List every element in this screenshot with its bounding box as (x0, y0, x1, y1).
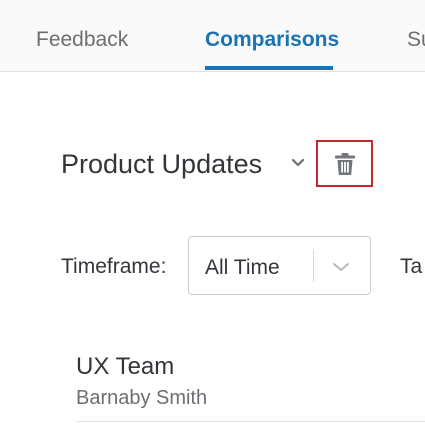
dashboard-title[interactable]: Product Updates (61, 148, 262, 180)
chevron-down-icon (333, 263, 349, 271)
active-tab-indicator (205, 66, 333, 70)
list-item-subtitle: Barnaby Smith (76, 387, 208, 409)
tab-comparisons[interactable]: Comparisons (205, 27, 339, 53)
timeframe-select[interactable]: All Time (188, 236, 371, 295)
tab-bar: Feedback Comparisons Su (0, 0, 425, 72)
chevron-down-icon[interactable] (290, 156, 306, 170)
trash-icon (335, 153, 355, 175)
list-divider (76, 421, 425, 422)
timeframe-value: All Time (205, 256, 280, 279)
timeframe-label: Timeframe: (61, 255, 167, 278)
select-divider (313, 250, 314, 282)
tab-feedback[interactable]: Feedback (36, 27, 128, 53)
delete-dashboard-button[interactable] (316, 140, 373, 187)
next-filter-label: Ta (400, 255, 423, 278)
tab-summary[interactable]: Su (407, 27, 425, 53)
list-item-title[interactable]: UX Team (76, 353, 174, 381)
